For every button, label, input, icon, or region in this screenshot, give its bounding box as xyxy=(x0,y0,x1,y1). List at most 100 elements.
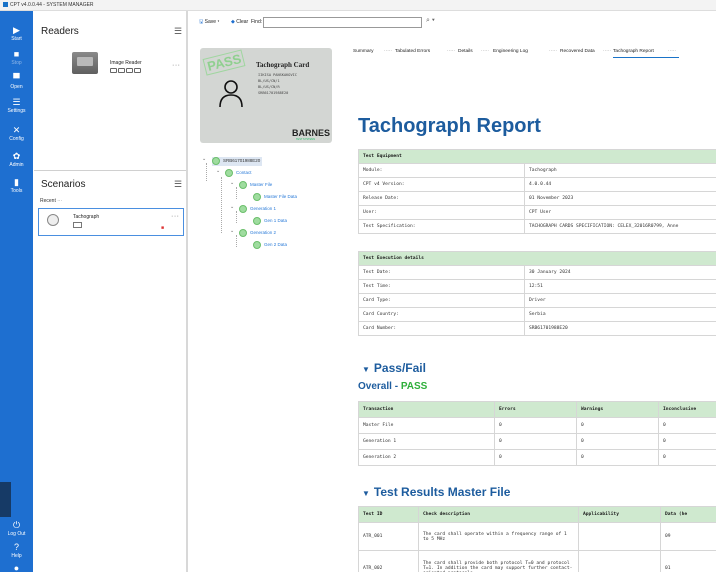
tab-tabulated-errors[interactable]: Tabulated Errors xyxy=(395,49,430,54)
nav-help[interactable]: ? Help xyxy=(0,542,33,559)
overall-pass-value: PASS xyxy=(400,381,428,392)
find-label: Find: xyxy=(251,19,263,25)
tree-node-gen-2-data[interactable]: Gen 2 Data xyxy=(264,242,287,247)
scenario-name: Tachograph xyxy=(73,214,100,220)
table-row: Card Type: Driver xyxy=(358,293,716,308)
window-title: CPT v4.0.0.44 - SYSTEM MANAGER xyxy=(10,2,94,8)
table-row: Test Specification: TACHOGRAPH CARDS SPEC… xyxy=(358,219,716,234)
tree-node-contact[interactable]: Contact xyxy=(236,170,252,175)
table-row: ATR_002 The card shall provide both proto… xyxy=(358,550,716,572)
table-row: Master File 0 0 0 xyxy=(358,417,716,434)
nav-tools[interactable]: ▮ Tools xyxy=(0,177,33,194)
scenarios-menu-icon[interactable]: ☰ xyxy=(174,179,182,190)
tree-root[interactable]: SRB61701988E20 xyxy=(223,158,260,163)
sim-icon xyxy=(134,68,141,73)
tab-recovered-data[interactable]: Recovered Data xyxy=(560,49,595,54)
app-icon xyxy=(3,2,8,8)
test-equipment-table: Test Equipment Module: Tachograph CPT v4 … xyxy=(358,149,716,234)
table-row: Test Date: 30 January 2024 xyxy=(358,265,716,280)
admin-gear-icon: ✿ xyxy=(12,151,21,161)
table-row: CPT v4 Version: 4.0.0.44 xyxy=(358,177,716,192)
tab-separator: ····· xyxy=(447,49,455,54)
table-row: Module: Tachograph xyxy=(358,163,716,178)
person-silhouette-icon xyxy=(219,80,243,108)
table-row: Generation 2000 xyxy=(358,449,716,466)
pass-stamp: PASS xyxy=(202,49,246,76)
tree-node-gen-1-data[interactable]: Gen 1 Data xyxy=(264,218,287,223)
info-icon: ● xyxy=(13,563,20,572)
expand-chevron-icon[interactable]: ⌄ xyxy=(216,168,220,174)
tab-details[interactable]: Details xyxy=(458,49,473,54)
expand-chevron-icon[interactable]: ⌄ xyxy=(230,228,234,234)
play-icon: ▶ xyxy=(13,25,20,35)
search-icon[interactable]: ⌕ ▾ xyxy=(426,17,435,25)
scenario-more-button[interactable]: ··· xyxy=(171,213,180,220)
expand-chevron-icon[interactable]: ⌄ xyxy=(230,204,234,210)
table-header-row: Test ID Check description Applicability … xyxy=(358,506,716,523)
table-row: Release Date: 01 November 2023 xyxy=(358,191,716,206)
toolbar: 🖫 Save ▾ ◆ Clear Find: ⌕ ▾ xyxy=(191,11,716,39)
table-header: Test Equipment xyxy=(358,149,716,164)
reader-more-button[interactable]: ··· xyxy=(172,62,181,69)
report-tabs: Summary ····· Tabulated Errors ····· Det… xyxy=(346,39,716,63)
recent-filter[interactable]: Recent ··· xyxy=(40,198,62,204)
device-icon: ▮ xyxy=(14,177,19,187)
tab-separator: ····· xyxy=(384,49,392,54)
nav-open[interactable]: ▀ Open xyxy=(0,73,33,90)
tree-node-generation-1[interactable]: Generation 1 xyxy=(250,206,276,211)
brand-subtitle: TEST SYSTEMS xyxy=(296,138,315,141)
nav-config[interactable]: ✕ Config xyxy=(0,125,33,142)
tree-connector xyxy=(221,177,222,233)
power-icon: ⏻ xyxy=(12,520,21,530)
status-pass-icon xyxy=(225,169,233,177)
tab-summary[interactable]: Summary xyxy=(353,49,374,54)
status-pass-icon xyxy=(253,193,261,201)
reader-status-icons xyxy=(110,68,141,73)
nav-info[interactable]: ● xyxy=(0,563,33,572)
tab-separator: ····· xyxy=(668,49,676,54)
expand-chevron-icon[interactable]: ⌄ xyxy=(202,156,206,162)
expand-chevron-icon[interactable]: ⌄ xyxy=(230,180,234,186)
nav-stop[interactable]: ■ Stop xyxy=(0,49,33,66)
table-header: Test Execution details xyxy=(358,251,716,266)
reader-name: Image Reader xyxy=(110,60,142,66)
table-row: Card Number: SRB61701988E20 xyxy=(358,321,716,336)
stop-icon: ■ xyxy=(13,49,20,59)
table-row: ATR_001 The card shall operate within a f… xyxy=(358,522,716,551)
card-reader-icon[interactable] xyxy=(72,52,98,74)
nav-admin[interactable]: ✿ Admin xyxy=(0,151,33,168)
settings-list-icon: ☰ xyxy=(12,97,21,107)
clear-button[interactable]: ◆ Clear xyxy=(231,19,248,25)
folder-icon: ▀ xyxy=(13,73,20,83)
readers-menu-icon[interactable]: ☰ xyxy=(174,26,182,37)
tab-separator: ····· xyxy=(603,49,611,54)
tree-node-master-file-data[interactable]: Master File Data xyxy=(264,194,297,199)
scenario-item-tachograph[interactable]: Tachograph ■ ··· xyxy=(38,208,184,236)
status-pass-icon xyxy=(253,217,261,225)
tachograph-icon xyxy=(47,214,59,226)
scenarios-title: Scenarios xyxy=(41,179,86,190)
card-type-icon xyxy=(73,222,82,228)
nav-start[interactable]: ▶ Start xyxy=(0,25,33,42)
nav-logout[interactable]: ⏻ Log Out xyxy=(0,520,33,537)
help-icon: ? xyxy=(13,542,19,552)
save-button[interactable]: 🖫 Save ▾ xyxy=(199,19,219,27)
lock-icon: ■ xyxy=(161,225,165,231)
tree-connector xyxy=(236,187,237,199)
tree-node-master-file[interactable]: Master File xyxy=(250,182,272,187)
card-panel: 🖫 Save ▾ ◆ Clear Find: ⌕ ▾ PASS Tachogra… xyxy=(191,11,716,572)
tools-icon: ✕ xyxy=(12,125,21,135)
tree-connector xyxy=(236,235,237,247)
test-results-heading[interactable]: ▼ Test Results Master File xyxy=(362,485,510,499)
find-input[interactable] xyxy=(263,17,422,28)
pass-fail-heading[interactable]: ▼ Pass/Fail xyxy=(362,361,426,375)
tachograph-card-image: PASS Tachograph Card IIKISA PANSKAKOVIC … xyxy=(200,48,332,143)
table-row: Card Country: Serbia xyxy=(358,307,716,322)
tree-node-generation-2[interactable]: Generation 2 xyxy=(250,230,276,235)
test-results-table: Test ID Check description Applicability … xyxy=(358,506,716,572)
nav-settings[interactable]: ☰ Settings xyxy=(0,97,33,114)
tab-engineering-log[interactable]: Engineering Log xyxy=(493,49,528,54)
tab-tachograph-report[interactable]: Tachograph Report xyxy=(613,49,654,54)
main-nav: ▶ Start ■ Stop ▀ Open ☰ Settings ✕ Confi… xyxy=(0,11,33,572)
brand-logo: BARNES xyxy=(292,128,331,138)
